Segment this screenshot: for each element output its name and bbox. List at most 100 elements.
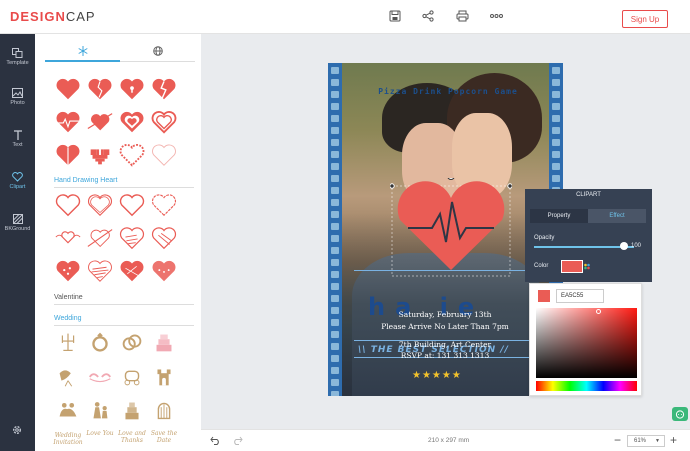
gear-icon[interactable] <box>11 424 23 436</box>
clipart-save-the-date-text[interactable]: Save the Date <box>149 430 179 444</box>
clipart-hand-drawn-heart-item[interactable] <box>85 190 115 220</box>
clipart-wedding-item[interactable] <box>53 327 83 357</box>
print-icon[interactable] <box>454 8 470 24</box>
film-hole <box>331 331 339 338</box>
zoom-select[interactable]: 61% ▼ <box>627 435 665 447</box>
clipart-heart-item[interactable] <box>53 107 83 137</box>
clipart-love-you-text[interactable]: Love You <box>85 430 115 437</box>
hex-input[interactable]: EA5C55 <box>556 289 604 303</box>
clipart-wedding-item[interactable] <box>149 395 179 425</box>
help-chat-button[interactable] <box>672 407 688 421</box>
clipart-hand-drawn-heart-item[interactable] <box>53 190 83 220</box>
section-divider <box>54 187 194 188</box>
share-icon[interactable] <box>420 8 436 24</box>
film-hole <box>331 391 339 396</box>
clipart-heart-item[interactable] <box>85 74 115 104</box>
clipart-hand-drawn-heart-item[interactable] <box>117 256 147 286</box>
color-palette-icon[interactable] <box>583 260 591 273</box>
clipart-wedding-item[interactable] <box>85 361 115 391</box>
undo-icon[interactable] <box>210 436 221 445</box>
more-icon[interactable] <box>488 8 504 24</box>
clipart-hand-drawn-heart-item[interactable] <box>53 256 83 286</box>
clipart-hand-drawn-heart-item[interactable] <box>149 256 179 286</box>
poster-address[interactable]: 7th Building, Art Center <box>340 340 550 349</box>
clipart-hand-drawn-heart-item[interactable] <box>117 190 147 220</box>
color-swatch[interactable] <box>561 260 583 273</box>
film-hole <box>331 115 339 122</box>
clipart-heart-item[interactable] <box>149 74 179 104</box>
clipart-heart-item[interactable] <box>85 140 115 170</box>
chat-icon <box>675 409 685 419</box>
clipart-wedding-item[interactable] <box>149 327 179 357</box>
tab-property[interactable]: Property <box>530 209 588 223</box>
clipart-heart-item[interactable] <box>149 107 179 137</box>
clipart-hand-drawn-heart-item[interactable] <box>117 223 147 253</box>
clipart-heart-item[interactable] <box>117 107 147 137</box>
clipart-wedding-item[interactable] <box>53 395 83 425</box>
globe-icon <box>152 46 163 56</box>
sign-up-button[interactable]: Sign Up <box>622 10 668 28</box>
rail-item-background[interactable]: BKGround <box>0 204 35 242</box>
rail-label-photo: Photo <box>10 100 25 106</box>
left-rail: Template Photo Text Clipart BKGround <box>0 34 35 451</box>
clipart-love-and-thanks-text[interactable]: Love and Thanks <box>117 430 147 444</box>
rail-item-clipart[interactable]: Clipart <box>0 162 35 200</box>
clipart-hand-drawn-heart-item[interactable] <box>53 223 83 253</box>
background-icon <box>12 214 23 224</box>
rail-item-template[interactable]: Template <box>0 38 35 76</box>
clipart-wedding-item[interactable] <box>53 361 83 391</box>
section-valentine[interactable]: Valentine <box>54 294 83 301</box>
opacity-slider-handle[interactable] <box>620 242 628 250</box>
clipart-hand-drawn-heart-item[interactable] <box>149 223 179 253</box>
redo-icon[interactable] <box>232 436 243 445</box>
poster-rsvp[interactable]: RSVP at: 131 313 1313 <box>340 351 550 360</box>
clipart-wedding-item[interactable] <box>149 361 179 391</box>
clipart-wedding-item[interactable] <box>85 327 115 357</box>
clipart-wedding-item[interactable] <box>117 327 147 357</box>
text-icon <box>13 130 22 140</box>
color-label: Color <box>534 263 549 269</box>
poster-stars[interactable]: ★★★★★ <box>412 370 462 381</box>
clipart-heart-item[interactable] <box>53 140 83 170</box>
clipart-wedding-item[interactable] <box>117 361 147 391</box>
clipart-wedding-item[interactable] <box>85 395 115 425</box>
film-hole <box>552 151 560 158</box>
clipart-heart-item[interactable] <box>149 140 179 170</box>
tab-effect[interactable]: Effect <box>588 209 646 223</box>
saturation-handle[interactable] <box>596 309 601 314</box>
clipart-wedding-invitation-text[interactable]: Wedding Invitation <box>53 432 83 446</box>
opacity-label: Opacity <box>534 235 555 241</box>
zoom-in-button[interactable]: + <box>670 433 677 447</box>
tab-local-clipart[interactable] <box>45 43 120 62</box>
opacity-slider[interactable] <box>534 246 634 248</box>
save-icon[interactable] <box>387 8 403 24</box>
rail-item-photo[interactable]: Photo <box>0 78 35 116</box>
clipart-heart-item[interactable] <box>117 140 147 170</box>
clipart-wedding-item[interactable] <box>117 395 147 425</box>
saturation-area[interactable] <box>536 308 637 378</box>
film-hole <box>331 367 339 374</box>
clipart-hand-drawn-heart-item[interactable] <box>85 256 115 286</box>
film-hole <box>552 115 560 122</box>
selected-heart-clipart[interactable] <box>390 178 512 278</box>
rail-item-text[interactable]: Text <box>0 120 35 158</box>
section-wedding: Wedding <box>54 315 82 322</box>
clipart-hand-drawn-heart-item[interactable] <box>85 223 115 253</box>
film-hole <box>331 319 339 326</box>
panel-tabs <box>45 40 195 62</box>
clipart-heart-item[interactable] <box>117 74 147 104</box>
clipart-icon <box>12 172 23 182</box>
clipart-heart-item[interactable] <box>85 107 115 137</box>
clipart-hand-drawn-heart-item[interactable] <box>149 190 179 220</box>
poster-date[interactable]: Saturday, February 13th <box>340 310 550 319</box>
clipart-heart-item[interactable] <box>53 74 83 104</box>
rail-label-template: Template <box>6 60 29 66</box>
film-hole <box>331 259 339 266</box>
tab-online-clipart[interactable] <box>120 43 195 59</box>
app-logo[interactable]: DESIGNCAP <box>10 9 96 24</box>
hue-slider[interactable] <box>536 381 637 391</box>
zoom-out-button[interactable]: − <box>614 433 621 447</box>
poster-arrive[interactable]: Please Arrive No Later Than 7pm <box>340 322 550 331</box>
film-hole <box>552 91 560 98</box>
poster-title[interactable]: Pizza Drink Popcorn Game <box>368 87 528 96</box>
